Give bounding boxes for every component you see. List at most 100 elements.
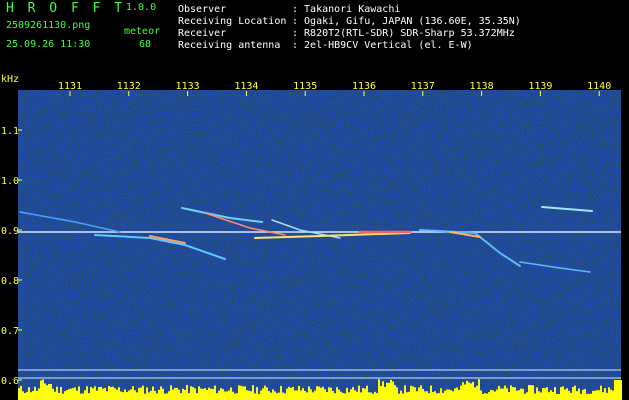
- count-bar: [364, 388, 366, 400]
- x-tick-label: 1133: [176, 81, 200, 92]
- count-bar: [150, 390, 152, 400]
- count-bar: [226, 391, 228, 400]
- count-bar: [596, 390, 598, 400]
- count-bar: [110, 387, 112, 400]
- count-bar: [56, 386, 58, 400]
- count-bar: [262, 388, 264, 400]
- count-bar: [460, 385, 462, 400]
- count-bar: [186, 385, 188, 400]
- count-bar: [304, 390, 306, 400]
- count-bar: [36, 390, 38, 400]
- count-bar: [120, 391, 122, 400]
- count-bar: [232, 391, 234, 400]
- count-bar: [480, 390, 482, 400]
- count-bar: [486, 393, 488, 400]
- count-bar: [434, 391, 436, 400]
- count-bar: [128, 390, 130, 400]
- count-bar: [594, 390, 596, 400]
- count-bar: [236, 393, 238, 400]
- count-bar: [520, 388, 522, 400]
- x-tick-label: 1136: [352, 81, 376, 92]
- count-bar: [450, 390, 452, 400]
- count-bar: [112, 386, 114, 400]
- count-bar: [356, 391, 358, 400]
- count-bar: [424, 391, 426, 400]
- count-bar: [188, 393, 190, 400]
- x-tick-label: 1134: [234, 81, 258, 92]
- count-bar: [490, 389, 492, 400]
- y-axis-unit: kHz: [1, 74, 19, 85]
- count-bar: [172, 389, 174, 400]
- y-tick-label: 0.6: [1, 376, 19, 387]
- count-bar: [176, 387, 178, 400]
- count-bar: [68, 389, 70, 400]
- count-bar: [534, 393, 536, 400]
- count-bar: [288, 386, 290, 400]
- count-bar: [566, 388, 568, 400]
- count-bar: [242, 386, 244, 400]
- count-bar: [540, 392, 542, 400]
- count-bar: [466, 380, 468, 400]
- count-bar: [564, 389, 566, 400]
- count-bar: [260, 390, 262, 400]
- count-bar: [316, 386, 318, 400]
- count-bar: [214, 385, 216, 400]
- count-bar: [538, 391, 540, 400]
- count-bar: [94, 386, 96, 400]
- x-tick-label: 1140: [587, 81, 611, 92]
- count-bar: [28, 387, 30, 400]
- count-bar: [254, 393, 256, 400]
- count-bar: [462, 382, 464, 400]
- y-tick-label: 0.7: [1, 326, 19, 337]
- count-bar: [108, 386, 110, 400]
- count-bar: [334, 393, 336, 400]
- count-bar: [494, 391, 496, 400]
- count-bar: [270, 392, 272, 400]
- count-bar: [134, 390, 136, 400]
- count-bar: [348, 392, 350, 400]
- count-bar: [330, 387, 332, 400]
- count-bar: [148, 392, 150, 400]
- count-bar: [252, 385, 254, 400]
- count-bar: [32, 391, 34, 400]
- count-bar: [448, 389, 450, 400]
- count-bar: [156, 393, 158, 400]
- count-bar: [382, 381, 384, 400]
- count-bar: [560, 387, 562, 400]
- count-bar: [192, 387, 194, 400]
- count-bar: [40, 380, 42, 400]
- count-bar: [452, 391, 454, 400]
- count-bar: [152, 386, 154, 400]
- y-tick-label: 1.1: [1, 126, 19, 137]
- count-bar: [320, 387, 322, 400]
- count-bar: [502, 388, 504, 400]
- count-bar: [308, 386, 310, 400]
- count-bar: [500, 388, 502, 400]
- count-bar: [292, 386, 294, 400]
- count-bar: [608, 387, 610, 400]
- count-bar: [468, 382, 470, 400]
- count-bar: [298, 385, 300, 400]
- count-bar: [130, 389, 132, 400]
- count-bar: [574, 385, 576, 400]
- count-bar: [510, 385, 512, 400]
- count-bar: [370, 392, 372, 400]
- count-bar: [536, 387, 538, 400]
- count-bar: [514, 387, 516, 400]
- count-bar: [166, 393, 168, 400]
- count-bar: [174, 387, 176, 400]
- count-bar: [360, 392, 362, 400]
- count-bar: [212, 388, 214, 400]
- count-bar: [522, 388, 524, 400]
- count-bar: [336, 387, 338, 400]
- count-bar: [366, 385, 368, 400]
- count-bar: [602, 392, 604, 400]
- count-bar: [228, 390, 230, 400]
- count-bar: [48, 383, 50, 400]
- count-bar: [282, 392, 284, 400]
- count-bar: [180, 393, 182, 400]
- count-bar: [598, 390, 600, 400]
- count-bar: [184, 389, 186, 400]
- count-bar: [410, 385, 412, 400]
- count-bar: [284, 393, 286, 400]
